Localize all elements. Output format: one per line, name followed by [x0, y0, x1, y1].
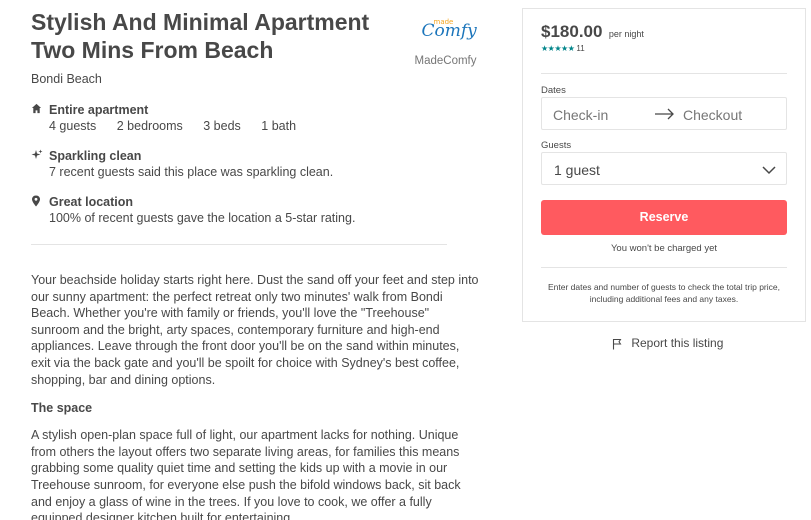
highlight-title: Great location — [49, 195, 134, 209]
space-description: A stylish open-plan space full of light,… — [31, 428, 461, 520]
highlight-text: 100% of recent guests gave the location … — [49, 211, 356, 225]
highlight-title: Entire apartment — [49, 103, 149, 117]
space-heading: The space — [31, 401, 93, 416]
listing-description: Your beachside holiday starts right here… — [31, 273, 479, 387]
guests-count: 4 guests — [49, 119, 97, 133]
price: $180.00 per night — [541, 22, 644, 42]
card-divider — [541, 73, 787, 74]
checkin-field[interactable]: Check-in — [553, 107, 608, 123]
host-profile[interactable]: made Comfy MadeComfy — [408, 18, 483, 67]
review-count: 11 — [576, 44, 585, 53]
flag-icon — [612, 338, 622, 350]
pricing-note: Enter dates and number of guests to chec… — [548, 282, 780, 304]
sparkle-icon — [31, 149, 43, 161]
checkout-field[interactable]: Checkout — [683, 107, 742, 123]
home-icon — [31, 103, 43, 115]
highlight-text: 7 recent guests said this place was spar… — [49, 165, 334, 179]
dates-label: Dates — [541, 85, 566, 96]
listing-details: Stylish And Minimal Apartment Two Mins F… — [31, 0, 481, 520]
location-pin-icon — [31, 195, 43, 207]
price-amount: $180.00 — [541, 22, 603, 41]
report-listing-link[interactable]: Report this listing — [612, 336, 723, 350]
card-divider — [541, 267, 787, 268]
listing-location: Bondi Beach — [31, 72, 102, 86]
highlight-sparkling-clean: Sparkling clean 7 recent guests said thi… — [31, 148, 481, 180]
highlight-title: Sparkling clean — [49, 149, 142, 163]
not-charged-note: You won't be charged yet — [610, 243, 718, 254]
listing-title: Stylish And Minimal Apartment Two Mins F… — [31, 9, 370, 63]
rating-stars-icon: ★★★★★ — [541, 44, 575, 53]
price-unit: per night — [608, 29, 644, 39]
guests-select[interactable]: 1 guest — [541, 152, 787, 185]
rating[interactable]: ★★★★★ 11 — [541, 44, 585, 53]
arrow-right-icon — [655, 104, 675, 125]
host-logo[interactable]: made Comfy — [416, 18, 477, 52]
guests-value: 1 guest — [554, 162, 600, 178]
report-label: Report this listing — [631, 336, 724, 350]
host-name[interactable]: MadeComfy — [408, 55, 483, 67]
dates-picker: Check-in Checkout — [541, 97, 787, 130]
baths-count: 1 bath — [261, 119, 297, 133]
bedrooms-count: 2 bedrooms — [116, 119, 183, 133]
booking-card: $180.00 per night ★★★★★ 11 Dates Check-in… — [522, 8, 806, 322]
beds-count: 3 beds — [203, 119, 241, 133]
section-divider — [31, 244, 447, 245]
highlight-entire-apartment: Entire apartment 4 guests 2 bedrooms 3 b… — [31, 102, 481, 134]
highlight-great-location: Great location 100% of recent guests gav… — [31, 194, 481, 226]
highlight-details: 4 guests 2 bedrooms 3 beds 1 bath — [49, 118, 481, 134]
host-logo-text: Comfy — [421, 21, 477, 41]
reserve-button[interactable]: Reserve — [541, 200, 787, 235]
highlights-list: Entire apartment 4 guests 2 bedrooms 3 b… — [31, 102, 481, 226]
chevron-down-icon — [762, 162, 776, 175]
guests-label: Guests — [541, 140, 572, 151]
